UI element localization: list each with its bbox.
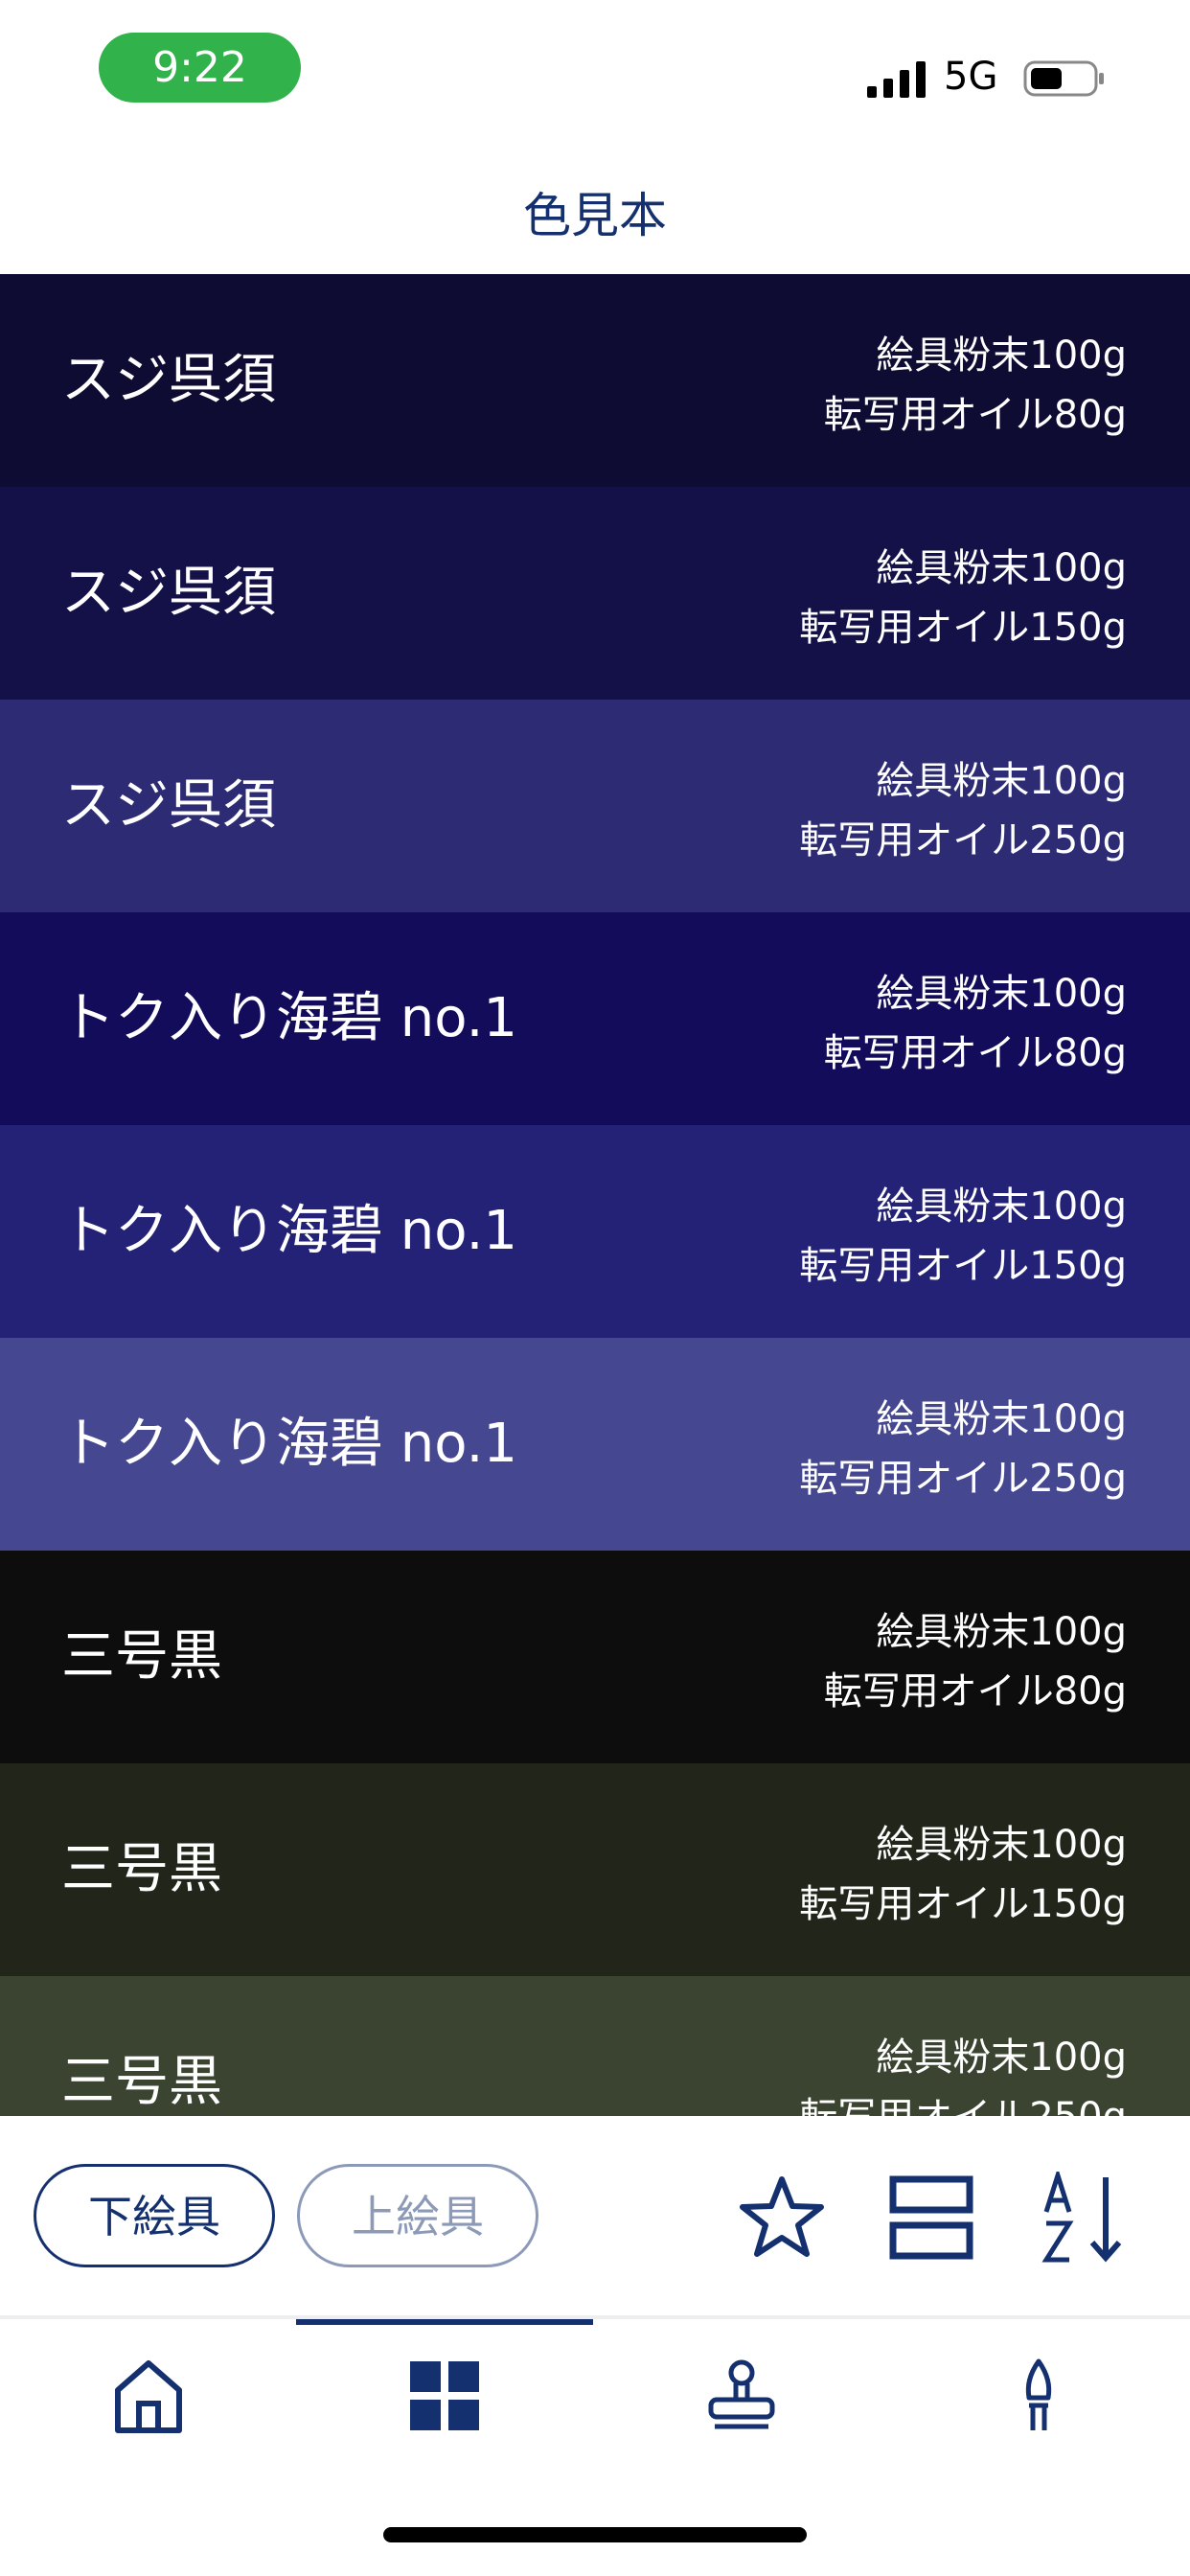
signal-icon [867, 61, 926, 98]
swatch-recipe: 絵具粉末100g 転写用オイル250g [799, 751, 1127, 870]
swatch-oil-amount: 転写用オイル150g [799, 1882, 1127, 1926]
swatch-row[interactable]: スジ呉須 絵具粉末100g 転写用オイル80g [0, 274, 1190, 487]
swatch-row[interactable]: トク入り海碧 no.1 絵具粉末100g 転写用オイル150g [0, 1125, 1190, 1338]
swatch-recipe: 絵具粉末100g 転写用オイル150g [799, 1815, 1127, 1934]
swatch-oil-amount: 転写用オイル80g [823, 1031, 1127, 1075]
swatch-row[interactable]: 三号黒 絵具粉末100g 転写用オイル80g [0, 1551, 1190, 1763]
swatch-name: トク入り海碧 no.1 [61, 1200, 517, 1262]
swatch-row[interactable]: 三号黒 絵具粉末100g 転写用オイル250g [0, 1976, 1190, 2116]
swatch-name: スジ呉須 [61, 349, 276, 411]
toolbar: 下絵具 上絵具 [0, 2116, 1190, 2319]
swatch-recipe: 絵具粉末100g 転写用オイル250g [799, 2028, 1127, 2116]
swatch-oil-amount: 転写用オイル250g [799, 818, 1127, 862]
swatch-recipe: 絵具粉末100g 転写用オイル80g [824, 964, 1127, 1083]
swatch-recipe: 絵具粉末100g 転写用オイル80g [824, 326, 1127, 445]
tab-home[interactable] [0, 2319, 297, 2463]
swatch-row[interactable]: スジ呉須 絵具粉末100g 転写用オイル250g [0, 700, 1190, 912]
swatch-name: 三号黒 [61, 2051, 222, 2113]
swatch-oil-amount: 転写用オイル250g [799, 1457, 1127, 1501]
swatch-list[interactable]: スジ呉須 絵具粉末100g 転写用オイル80g スジ呉須 絵具粉末100g 転写用オイル1… [0, 274, 1190, 2116]
swatch-powder-amount: 絵具粉末100g [876, 1823, 1127, 1867]
swatch-powder-amount: 絵具粉末100g [876, 2036, 1127, 2080]
swatch-recipe: 絵具粉末100g 転写用オイル80g [824, 1602, 1127, 1721]
network-label: 5G [944, 55, 998, 99]
swatch-powder-amount: 絵具粉末100g [876, 972, 1127, 1016]
swatch-name: トク入り海碧 no.1 [61, 1413, 517, 1475]
sort-az-icon[interactable] [1041, 2172, 1133, 2264]
swatch-oil-amount: 転写用オイル150g [799, 606, 1127, 650]
swatch-row[interactable]: 三号黒 絵具粉末100g 転写用オイル150g [0, 1763, 1190, 1976]
swatch-powder-amount: 絵具粉末100g [876, 1397, 1127, 1441]
stamp-icon [708, 2359, 775, 2429]
page-title: 色見本 [523, 188, 667, 243]
swatch-name: 三号黒 [61, 1625, 222, 1688]
swatch-oil-amount: 転写用オイル80g [823, 393, 1127, 437]
layout-toggle-icon[interactable] [885, 2172, 977, 2264]
tab-grid[interactable] [296, 2319, 593, 2463]
swatch-name: 三号黒 [61, 1838, 222, 1900]
swatch-recipe: 絵具粉末100g 転写用オイル250g [799, 1390, 1127, 1508]
home-indicator [383, 2527, 807, 2542]
brush-icon [1025, 2358, 1052, 2430]
swatch-name: スジ呉須 [61, 562, 276, 624]
swatch-oil-amount: 転写用オイル150g [799, 1244, 1127, 1288]
swatch-recipe: 絵具粉末100g 転写用オイル150g [799, 539, 1127, 657]
swatch-row[interactable]: トク入り海碧 no.1 絵具粉末100g 転写用オイル250g [0, 1338, 1190, 1551]
home-icon [115, 2360, 182, 2433]
overglaze-tab-button[interactable]: 上絵具 [297, 2164, 538, 2267]
status-bar: 9:22 5G [0, 0, 1190, 134]
swatch-name: トク入り海碧 no.1 [61, 987, 517, 1049]
swatch-row[interactable]: スジ呉須 絵具粉末100g 転写用オイル150g [0, 487, 1190, 700]
swatch-powder-amount: 絵具粉末100g [876, 334, 1127, 378]
tab-stamp[interactable] [593, 2319, 890, 2463]
swatch-oil-amount: 転写用オイル250g [799, 2087, 1127, 2116]
swatch-row[interactable]: トク入り海碧 no.1 絵具粉末100g 転写用オイル80g [0, 912, 1190, 1125]
swatch-powder-amount: 絵具粉末100g [876, 546, 1127, 590]
underglaze-tab-button[interactable]: 下絵具 [34, 2164, 275, 2267]
swatch-powder-amount: 絵具粉末100g [876, 1184, 1127, 1229]
swatch-name: スジ呉須 [61, 774, 276, 837]
swatch-powder-amount: 絵具粉末100g [876, 1610, 1127, 1654]
status-time: 9:22 [99, 33, 301, 103]
header: 色見本 [0, 134, 1190, 274]
swatch-powder-amount: 絵具粉末100g [876, 759, 1127, 803]
grid-icon [410, 2361, 479, 2430]
swatch-recipe: 絵具粉末100g 転写用オイル150g [799, 1177, 1127, 1296]
swatch-oil-amount: 転写用オイル80g [823, 1669, 1127, 1714]
battery-icon [1023, 60, 1104, 97]
tab-brush[interactable] [890, 2319, 1187, 2463]
star-icon[interactable] [736, 2172, 828, 2264]
